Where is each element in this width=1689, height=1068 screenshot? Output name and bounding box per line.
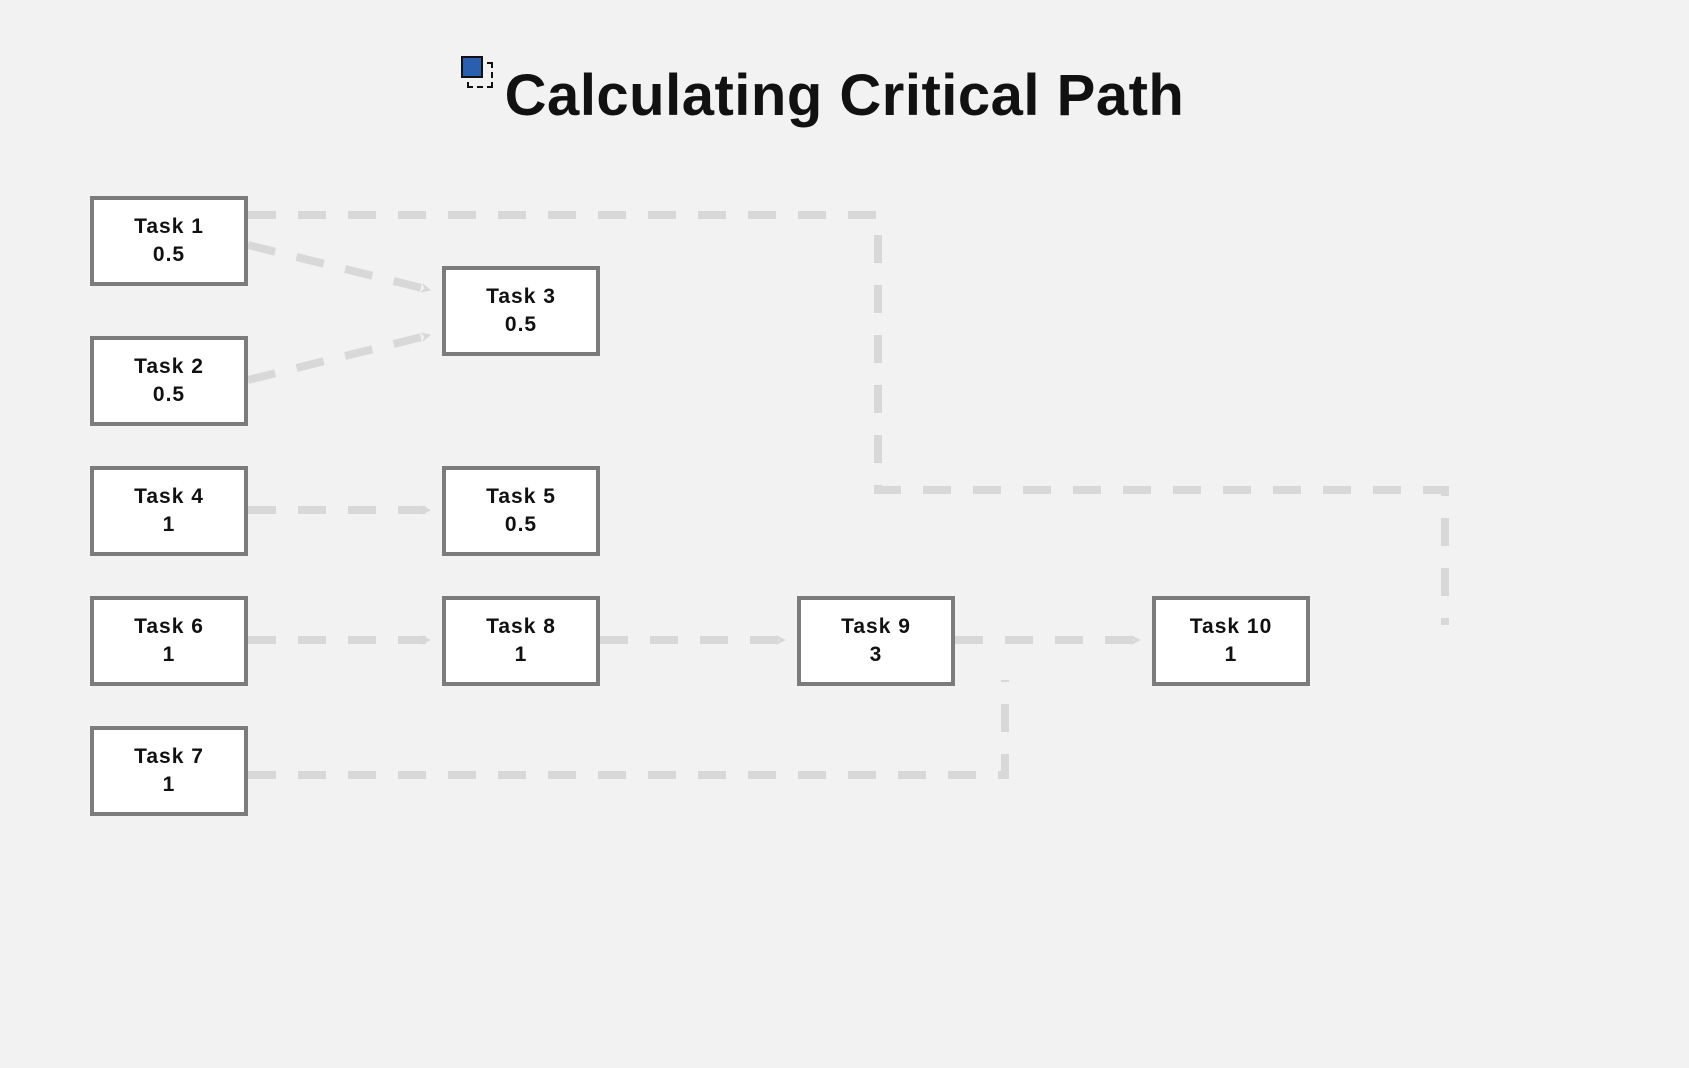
task-value: 0.5 <box>153 241 185 269</box>
task-name: Task 5 <box>486 483 556 511</box>
task-value: 0.5 <box>505 511 537 539</box>
diagram-canvas: Calculating Critical Path <box>0 0 1689 1068</box>
task-value: 3 <box>870 641 883 669</box>
task-name: Task 2 <box>134 353 204 381</box>
task-value: 0.5 <box>505 311 537 339</box>
title-area: Calculating Critical Path <box>0 62 1689 129</box>
task-value: 0.5 <box>153 381 185 409</box>
task-box-2: Task 2 0.5 <box>90 336 248 426</box>
task-name: Task 9 <box>841 613 911 641</box>
task-box-8: Task 8 1 <box>442 596 600 686</box>
task-box-3: Task 3 0.5 <box>442 266 600 356</box>
flow-connectors <box>0 0 1689 1068</box>
task-value: 1 <box>163 771 176 799</box>
task-value: 1 <box>1225 641 1238 669</box>
task-value: 1 <box>515 641 528 669</box>
task-box-10: Task 10 1 <box>1152 596 1310 686</box>
task-name: Task 1 <box>134 213 204 241</box>
task-box-9: Task 9 3 <box>797 596 955 686</box>
task-value: 1 <box>163 641 176 669</box>
task-box-5: Task 5 0.5 <box>442 466 600 556</box>
task-name: Task 7 <box>134 743 204 771</box>
task-box-1: Task 1 0.5 <box>90 196 248 286</box>
title-icon <box>461 56 489 84</box>
task-box-7: Task 7 1 <box>90 726 248 816</box>
task-name: Task 3 <box>486 283 556 311</box>
task-value: 1 <box>163 511 176 539</box>
task-name: Task 10 <box>1190 613 1273 641</box>
task-name: Task 6 <box>134 613 204 641</box>
task-box-6: Task 6 1 <box>90 596 248 686</box>
diagram-title: Calculating Critical Path <box>505 62 1185 129</box>
task-name: Task 4 <box>134 483 204 511</box>
task-box-4: Task 4 1 <box>90 466 248 556</box>
task-name: Task 8 <box>486 613 556 641</box>
title-text: Calculating Critical Path <box>505 63 1185 128</box>
